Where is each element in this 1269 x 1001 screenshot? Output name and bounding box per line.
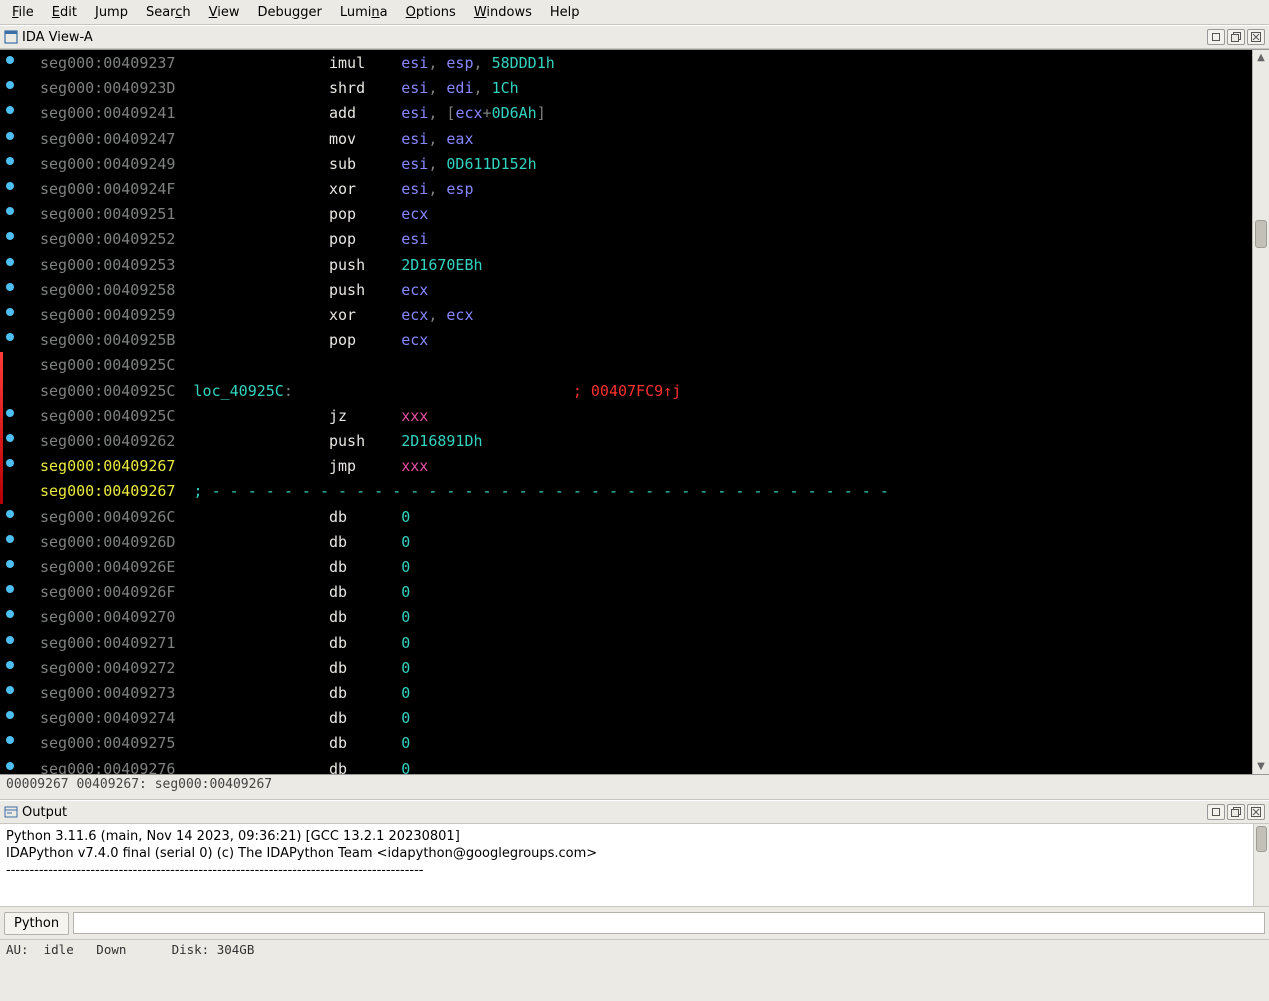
output-scrollbar[interactable] [1253, 824, 1269, 906]
disasm-text[interactable]: seg000:00409237 imul esi, esp, 58DDD1hse… [20, 50, 1252, 774]
disasm-view[interactable]: seg000:00409237 imul esi, esp, 58DDD1hse… [0, 49, 1269, 775]
disasm-line[interactable]: seg000:00409270 db 0 [40, 605, 1252, 630]
disasm-line[interactable]: seg000:00409272 db 0 [40, 656, 1252, 681]
disasm-line[interactable]: seg000:00409252 pop esi [40, 227, 1252, 252]
disasm-line[interactable]: seg000:00409249 sub esi, 0D611D152h [40, 152, 1252, 177]
disasm-line[interactable]: seg000:00409247 mov esi, eax [40, 127, 1252, 152]
breakpoint-dot[interactable] [6, 182, 14, 190]
disasm-line[interactable]: seg000:00409237 imul esi, esp, 58DDD1h [40, 51, 1252, 76]
breakpoint-dot[interactable] [6, 56, 14, 64]
breakpoint-dot[interactable] [6, 157, 14, 165]
breakpoint-dot[interactable] [6, 207, 14, 215]
output-body[interactable]: Python 3.11.6 (main, Nov 14 2023, 09:36:… [0, 824, 1269, 907]
breakpoint-dot[interactable] [6, 510, 14, 518]
view-close-button[interactable] [1247, 29, 1265, 45]
breakpoint-dot[interactable] [6, 409, 14, 417]
breakpoint-dot[interactable] [6, 711, 14, 719]
menu-search[interactable]: Search [138, 3, 199, 22]
output-line: IDAPython v7.4.0 final (serial 0) (c) Th… [6, 845, 1263, 862]
output-header: Output [0, 800, 1269, 824]
menu-jump[interactable]: Jump [87, 3, 136, 22]
breakpoint-dot[interactable] [6, 686, 14, 694]
disasm-gutter [0, 50, 20, 774]
view-title: IDA View-A [22, 30, 1207, 45]
breakpoint-dot[interactable] [6, 81, 14, 89]
view-float-button[interactable] [1207, 29, 1225, 45]
breakpoint-dot[interactable] [6, 258, 14, 266]
scroll-thumb[interactable] [1255, 220, 1267, 248]
disasm-line[interactable]: seg000:0040926D db 0 [40, 530, 1252, 555]
menu-debugger[interactable]: Debugger [250, 3, 330, 22]
disasm-line[interactable]: seg000:00409274 db 0 [40, 706, 1252, 731]
breakpoint-dot[interactable] [6, 560, 14, 568]
scroll-down-icon[interactable]: ▼ [1253, 759, 1269, 774]
breakpoint-dot[interactable] [6, 636, 14, 644]
breakpoint-dot[interactable] [6, 736, 14, 744]
breakpoint-dot[interactable] [6, 459, 14, 467]
disasm-line[interactable]: seg000:0040923D shrd esi, edi, 1Ch [40, 76, 1252, 101]
menu-edit[interactable]: Edit [44, 3, 85, 22]
breakpoint-dot[interactable] [6, 232, 14, 240]
breakpoint-dot[interactable] [6, 132, 14, 140]
output-line: ----------------------------------------… [6, 862, 1263, 879]
disasm-line[interactable]: seg000:0040926F db 0 [40, 580, 1252, 605]
breakpoint-dot[interactable] [6, 308, 14, 316]
breakpoint-dot[interactable] [6, 585, 14, 593]
command-line: Python [0, 907, 1269, 940]
disasm-line[interactable]: seg000:00409262 push 2D16891Dh [40, 429, 1252, 454]
disasm-scrollbar[interactable]: ▲ ▼ [1252, 50, 1269, 774]
disasm-body[interactable]: seg000:00409237 imul esi, esp, 58DDD1hse… [20, 50, 1252, 774]
breakpoint-dot[interactable] [6, 283, 14, 291]
disasm-line[interactable]: seg000:00409241 add esi, [ecx+0D6Ah] [40, 101, 1252, 126]
menu-help[interactable]: Help [542, 3, 588, 22]
output-title: Output [22, 805, 1207, 820]
menubar: FileEditJumpSearchViewDebuggerLuminaOpti… [0, 0, 1269, 25]
address-bar: 00009267 00409267: seg000:00409267 [0, 775, 1269, 800]
disasm-line[interactable]: seg000:00409267 jmp xxx [40, 454, 1252, 479]
disasm-line[interactable]: seg000:00409271 db 0 [40, 631, 1252, 656]
lang-selector[interactable]: Python [4, 912, 69, 935]
breakpoint-dot[interactable] [6, 535, 14, 543]
disasm-line[interactable]: seg000:0040925C jz xxx [40, 404, 1252, 429]
breakpoint-dot[interactable] [6, 661, 14, 669]
flow-marker [0, 352, 4, 503]
view-icon [4, 30, 18, 44]
disasm-line[interactable]: seg000:0040926C db 0 [40, 505, 1252, 530]
disasm-line[interactable]: seg000:00409267 ; - - - - - - - - - - - … [40, 479, 1252, 504]
disasm-line[interactable]: seg000:0040925C loc_40925C: ; 00407FC9↑j [40, 379, 1252, 404]
output-dock-button[interactable] [1227, 804, 1245, 820]
breakpoint-dot[interactable] [6, 106, 14, 114]
disasm-line[interactable]: seg000:00409275 db 0 [40, 731, 1252, 756]
output-line: Python 3.11.6 (main, Nov 14 2023, 09:36:… [6, 828, 1263, 845]
menu-view[interactable]: View [201, 3, 248, 22]
view-dock-button[interactable] [1227, 29, 1245, 45]
disasm-line[interactable]: seg000:0040925C [40, 353, 1252, 378]
breakpoint-dot[interactable] [6, 333, 14, 341]
breakpoint-dot[interactable] [6, 610, 14, 618]
disasm-line[interactable]: seg000:0040926E db 0 [40, 555, 1252, 580]
menu-options[interactable]: Options [398, 3, 464, 22]
disasm-line[interactable]: seg000:00409273 db 0 [40, 681, 1252, 706]
breakpoint-dot[interactable] [6, 762, 14, 770]
disasm-line[interactable]: seg000:0040924F xor esi, esp [40, 177, 1252, 202]
status-bar: AU: idle Down Disk: 304GB [0, 940, 1269, 964]
output-icon [4, 805, 18, 819]
disasm-line[interactable]: seg000:00409253 push 2D1670EBh [40, 253, 1252, 278]
breakpoint-dot[interactable] [6, 434, 14, 442]
disasm-line[interactable]: seg000:00409259 xor ecx, ecx [40, 303, 1252, 328]
output-close-button[interactable] [1247, 804, 1265, 820]
scroll-up-icon[interactable]: ▲ [1253, 50, 1269, 65]
menu-file[interactable]: File [4, 3, 42, 22]
disasm-line[interactable]: seg000:0040925B pop ecx [40, 328, 1252, 353]
menu-lumina[interactable]: Lumina [332, 3, 396, 22]
disasm-line[interactable]: seg000:00409276 db 0 [40, 757, 1252, 774]
output-float-button[interactable] [1207, 804, 1225, 820]
command-input[interactable] [73, 912, 1265, 934]
menu-windows[interactable]: Windows [466, 3, 540, 22]
disasm-line[interactable]: seg000:00409251 pop ecx [40, 202, 1252, 227]
scroll-thumb[interactable] [1256, 826, 1267, 852]
view-header: IDA View-A [0, 25, 1269, 49]
disasm-line[interactable]: seg000:00409258 push ecx [40, 278, 1252, 303]
